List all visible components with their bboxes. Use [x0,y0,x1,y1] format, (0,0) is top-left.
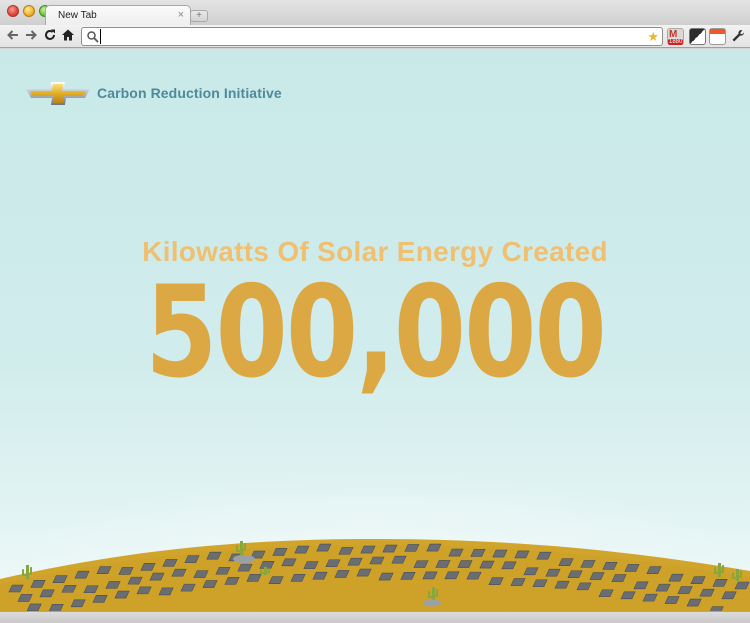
page-viewport: Carbon Reduction Initiative Kilowatts Of… [0,49,750,611]
reload-button[interactable] [42,28,58,44]
browser-toolbar: ★ M 1880 [0,25,750,48]
wrench-icon[interactable] [731,29,745,46]
brand-title: Carbon Reduction Initiative [97,85,282,101]
home-button[interactable] [60,28,76,44]
minimize-window-button[interactable] [23,5,35,17]
search-icon [87,31,99,43]
bowtie-logo-icon [26,82,90,105]
address-bar[interactable]: ★ [81,27,663,46]
calendar-extension-button[interactable] [709,28,726,45]
tab-new-tab[interactable]: New Tab × [45,5,191,26]
star-icon[interactable]: ★ [647,29,659,44]
new-tab-button[interactable]: + [190,10,208,22]
reload-icon [45,29,55,40]
forward-arrow-icon [26,30,37,40]
home-icon [62,29,74,41]
title-bar: New Tab × + [0,0,750,26]
forward-button[interactable] [23,28,39,44]
rock [233,555,255,563]
rock [423,599,441,607]
kilowatt-count: 500,000 [145,257,607,406]
address-input[interactable] [100,29,630,44]
close-window-button[interactable] [7,5,19,17]
tab-close-icon[interactable]: × [178,9,184,21]
tab-title: New Tab [58,10,97,21]
status-bar [0,611,750,623]
back-button[interactable] [5,28,21,44]
gmail-unread-badge: 1880 [668,39,684,45]
extension-button[interactable] [689,28,706,45]
desert-landscape [0,539,750,611]
gmail-extension-button[interactable]: M 1880 [667,28,684,45]
back-arrow-icon [7,30,18,40]
